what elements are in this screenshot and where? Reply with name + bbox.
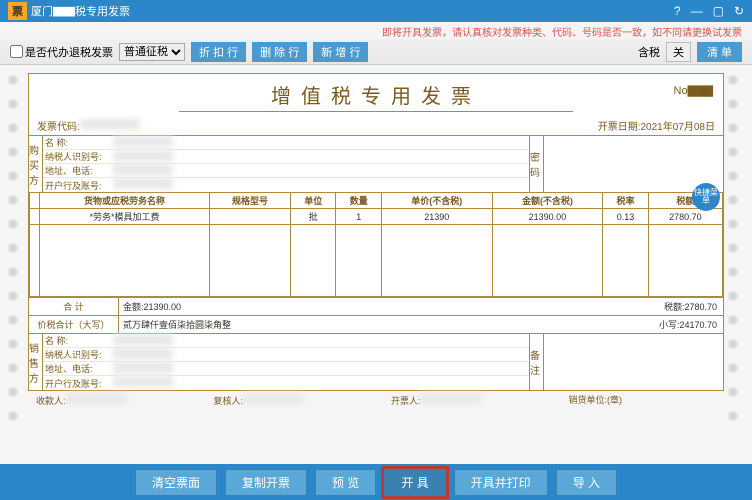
item-qty[interactable]: 1 <box>336 209 381 225</box>
item-tax[interactable]: 2780.70 <box>648 209 722 225</box>
invoice-date-value: 2021年07月08日 <box>641 122 716 133</box>
seller-name[interactable] <box>113 334 173 345</box>
window-title: 厦门▇▇税专用发票 <box>31 3 664 19</box>
warning-text: 即将开具发票，请认真核对发票种类、代码、号码是否一致，如不同请更换试发票 <box>0 22 752 39</box>
invoice-title: 增值税专用发票 No▇▇▇ <box>29 74 723 111</box>
invoice-number: No▇▇▇ <box>674 84 713 97</box>
delete-row-button[interactable]: 删 除 行 <box>252 42 307 62</box>
buyer-label: 购买方 <box>29 136 43 192</box>
invoice-paper: 增值税专用发票 No▇▇▇ 发票代码: 开票日期:2021年07月08日 购买方… <box>0 65 752 417</box>
remark-area[interactable] <box>543 334 723 390</box>
total-amount: 金额:21390.00 <box>119 298 613 315</box>
titlebar: 票 厦门▇▇税专用发票 ? — ▢ ↻ <box>0 0 752 22</box>
tax-type-select[interactable]: 普通征税 <box>119 43 185 61</box>
toolbar: 是否代办退税发票 普通征税 折 扣 行 删 除 行 新 增 行 含税 关 清 单 <box>0 39 752 65</box>
refund-checkbox[interactable]: 是否代办退税发票 <box>10 44 113 60</box>
buyer-section: 购买方 名 称: 纳税人识别号: 地址、电话: 开户行及账号: 密码 <box>29 135 723 192</box>
tax-included-label: 含税 <box>638 44 660 60</box>
issue-button[interactable]: 开 具 <box>384 469 445 496</box>
invoice-date-label: 开票日期: <box>598 122 641 133</box>
checkbox-header[interactable] <box>30 193 40 209</box>
app-logo: 票 <box>8 2 27 20</box>
item-name[interactable]: *劳务*模具加工费 <box>40 209 210 225</box>
remark-label: 备注 <box>529 334 543 390</box>
close-button[interactable]: 关 <box>666 42 691 62</box>
item-spec[interactable] <box>209 209 290 225</box>
quick-menu-button[interactable]: 快捷菜单 <box>692 183 720 211</box>
code-label: 密码 <box>529 136 543 192</box>
items-table: 货物或应税劳务名称 规格型号 单位 数量 单价(不含税) 金额(不含税) 税率 … <box>29 192 723 297</box>
seller-seal: 销货单位:(章) <box>569 393 717 407</box>
maximize-icon[interactable]: ▢ <box>713 4 724 18</box>
buyer-taxid[interactable] <box>113 150 173 161</box>
code-area <box>543 136 723 192</box>
buyer-bank[interactable] <box>113 178 173 189</box>
upper-total-row: 价税合计（大写） 贰万肆仟壹佰柒拾圆柒角整 小写:24170.70 <box>29 315 723 333</box>
refresh-icon[interactable]: ↻ <box>734 4 744 18</box>
reviewer-value[interactable] <box>243 393 303 404</box>
minimize-icon[interactable]: — <box>691 4 703 18</box>
help-icon[interactable]: ? <box>674 4 681 18</box>
totals-row: 合 计 金额:21390.00 税额:2780.70 <box>29 297 723 315</box>
payee-value[interactable] <box>66 393 126 404</box>
bottom-toolbar: 清空票面 复制开票 预 览 开 具 开具并打印 导 入 <box>0 464 752 500</box>
discount-row-button[interactable]: 折 扣 行 <box>191 42 246 62</box>
seller-label: 销售方 <box>29 334 43 390</box>
issue-print-button[interactable]: 开具并打印 <box>454 469 548 496</box>
clear-button[interactable]: 清空票面 <box>135 469 217 496</box>
seller-address[interactable] <box>113 362 173 373</box>
invoice-form: 增值税专用发票 No▇▇▇ 发票代码: 开票日期:2021年07月08日 购买方… <box>28 73 724 391</box>
item-price[interactable]: 21390 <box>381 209 492 225</box>
lower-amount: 小写:24170.70 <box>613 316 723 333</box>
import-button[interactable]: 导 入 <box>556 469 617 496</box>
total-tax: 税额:2780.70 <box>613 298 723 315</box>
seller-section: 销售方 名 称: 纳税人识别号: 地址、电话: 开户行及账号: 备注 <box>29 333 723 390</box>
paper-holes-right <box>728 75 744 421</box>
item-amount[interactable]: 21390.00 <box>492 209 603 225</box>
item-rate[interactable]: 0.13 <box>603 209 648 225</box>
invoice-code-value <box>80 119 140 130</box>
drawer-value[interactable] <box>421 393 481 404</box>
paper-holes-left <box>8 75 24 421</box>
upper-amount: 贰万肆仟壹佰柒拾圆柒角整 <box>119 316 613 333</box>
add-row-button[interactable]: 新 增 行 <box>313 42 368 62</box>
buyer-name[interactable] <box>113 136 173 147</box>
seller-bank[interactable] <box>113 376 173 387</box>
signature-row: 收款人: 复核人: 开票人: 销货单位:(章) <box>28 391 724 409</box>
item-unit[interactable]: 批 <box>291 209 336 225</box>
seller-taxid[interactable] <box>113 348 173 359</box>
item-row[interactable]: *劳务*模具加工费 批 1 21390 21390.00 0.13 2780.7… <box>30 209 723 225</box>
buyer-address[interactable] <box>113 164 173 175</box>
preview-button[interactable]: 预 览 <box>315 469 376 496</box>
invoice-code-label: 发票代码: <box>37 122 80 133</box>
copy-invoice-button[interactable]: 复制开票 <box>225 469 307 496</box>
list-button[interactable]: 清 单 <box>697 42 742 62</box>
